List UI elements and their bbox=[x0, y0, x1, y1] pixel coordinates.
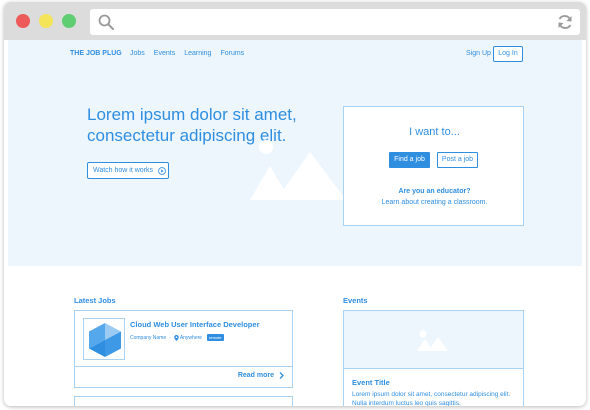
events-heading: Events bbox=[343, 296, 368, 305]
address-bar[interactable] bbox=[90, 9, 580, 35]
nav-links: Jobs Events Learning Forums bbox=[130, 50, 244, 57]
top-nav: THE JOB PLUG Jobs Events Learning Forums… bbox=[8, 40, 582, 70]
nav-link-learning[interactable]: Learning bbox=[184, 50, 211, 57]
chevron-right-icon bbox=[279, 372, 284, 379]
i-want-to-title: I want to... bbox=[409, 126, 460, 138]
image-placeholder-icon bbox=[417, 330, 448, 351]
job-title[interactable]: Cloud Web User Interface Developer bbox=[130, 320, 259, 329]
post-a-job-button[interactable]: Post a job bbox=[437, 152, 478, 168]
company-logo bbox=[83, 318, 125, 360]
latest-jobs-heading: Latest Jobs bbox=[74, 296, 116, 305]
watch-how-it-works-button[interactable]: Watch how it works bbox=[87, 162, 169, 179]
i-want-to-card: I want to... Find a job Post a job Are y… bbox=[343, 106, 524, 226]
hero-section: THE JOB PLUG Jobs Events Learning Forums… bbox=[8, 40, 582, 266]
play-circle-icon bbox=[158, 166, 166, 175]
event-card[interactable]: Event Title Lorem ipsum dolor sit amet, … bbox=[343, 310, 524, 406]
remote-badge: remote bbox=[207, 334, 224, 341]
meta-separator: · bbox=[169, 334, 171, 341]
log-in-button[interactable]: Log In bbox=[493, 46, 523, 62]
job-location: Anywhere bbox=[179, 334, 203, 341]
job-card[interactable] bbox=[74, 396, 293, 406]
sign-up-link[interactable]: Sign Up bbox=[466, 50, 491, 57]
event-title[interactable]: Event Title bbox=[352, 378, 390, 387]
find-a-job-button[interactable]: Find a job bbox=[389, 152, 430, 168]
watch-button-label: Watch how it works bbox=[93, 167, 154, 174]
job-card-divider bbox=[75, 366, 292, 367]
location-pin-icon bbox=[174, 334, 179, 341]
read-more-link[interactable]: Read more bbox=[238, 372, 284, 379]
search-icon bbox=[98, 14, 114, 30]
company-name: Company Name bbox=[130, 334, 167, 341]
browser-chrome bbox=[4, 2, 586, 40]
job-meta: Company Name · Anywhere remote bbox=[130, 334, 224, 341]
mountains-icon bbox=[250, 140, 346, 200]
company-logo-icon bbox=[89, 323, 121, 357]
nav-link-forums[interactable]: Forums bbox=[220, 50, 244, 57]
create-classroom-link[interactable]: Learn about creating a classroom. bbox=[344, 199, 525, 206]
refresh-icon[interactable] bbox=[556, 13, 574, 31]
educator-question: Are you an educator? bbox=[398, 188, 471, 195]
read-more-label: Read more bbox=[237, 372, 274, 379]
job-card[interactable]: Cloud Web User Interface Developer Compa… bbox=[74, 310, 293, 388]
brand-logo[interactable]: THE JOB PLUG bbox=[70, 50, 122, 57]
maximize-window-button[interactable] bbox=[62, 14, 76, 28]
close-window-button[interactable] bbox=[16, 14, 30, 28]
minimize-window-button[interactable] bbox=[39, 14, 53, 28]
event-image bbox=[344, 311, 523, 369]
event-description: Lorem ipsum dolor sit amet, consectetur … bbox=[352, 391, 511, 406]
nav-link-jobs[interactable]: Jobs bbox=[130, 50, 145, 57]
browser-window: THE JOB PLUG Jobs Events Learning Forums… bbox=[4, 2, 586, 406]
nav-link-events[interactable]: Events bbox=[154, 50, 175, 57]
web-page: THE JOB PLUG Jobs Events Learning Forums… bbox=[8, 40, 582, 406]
